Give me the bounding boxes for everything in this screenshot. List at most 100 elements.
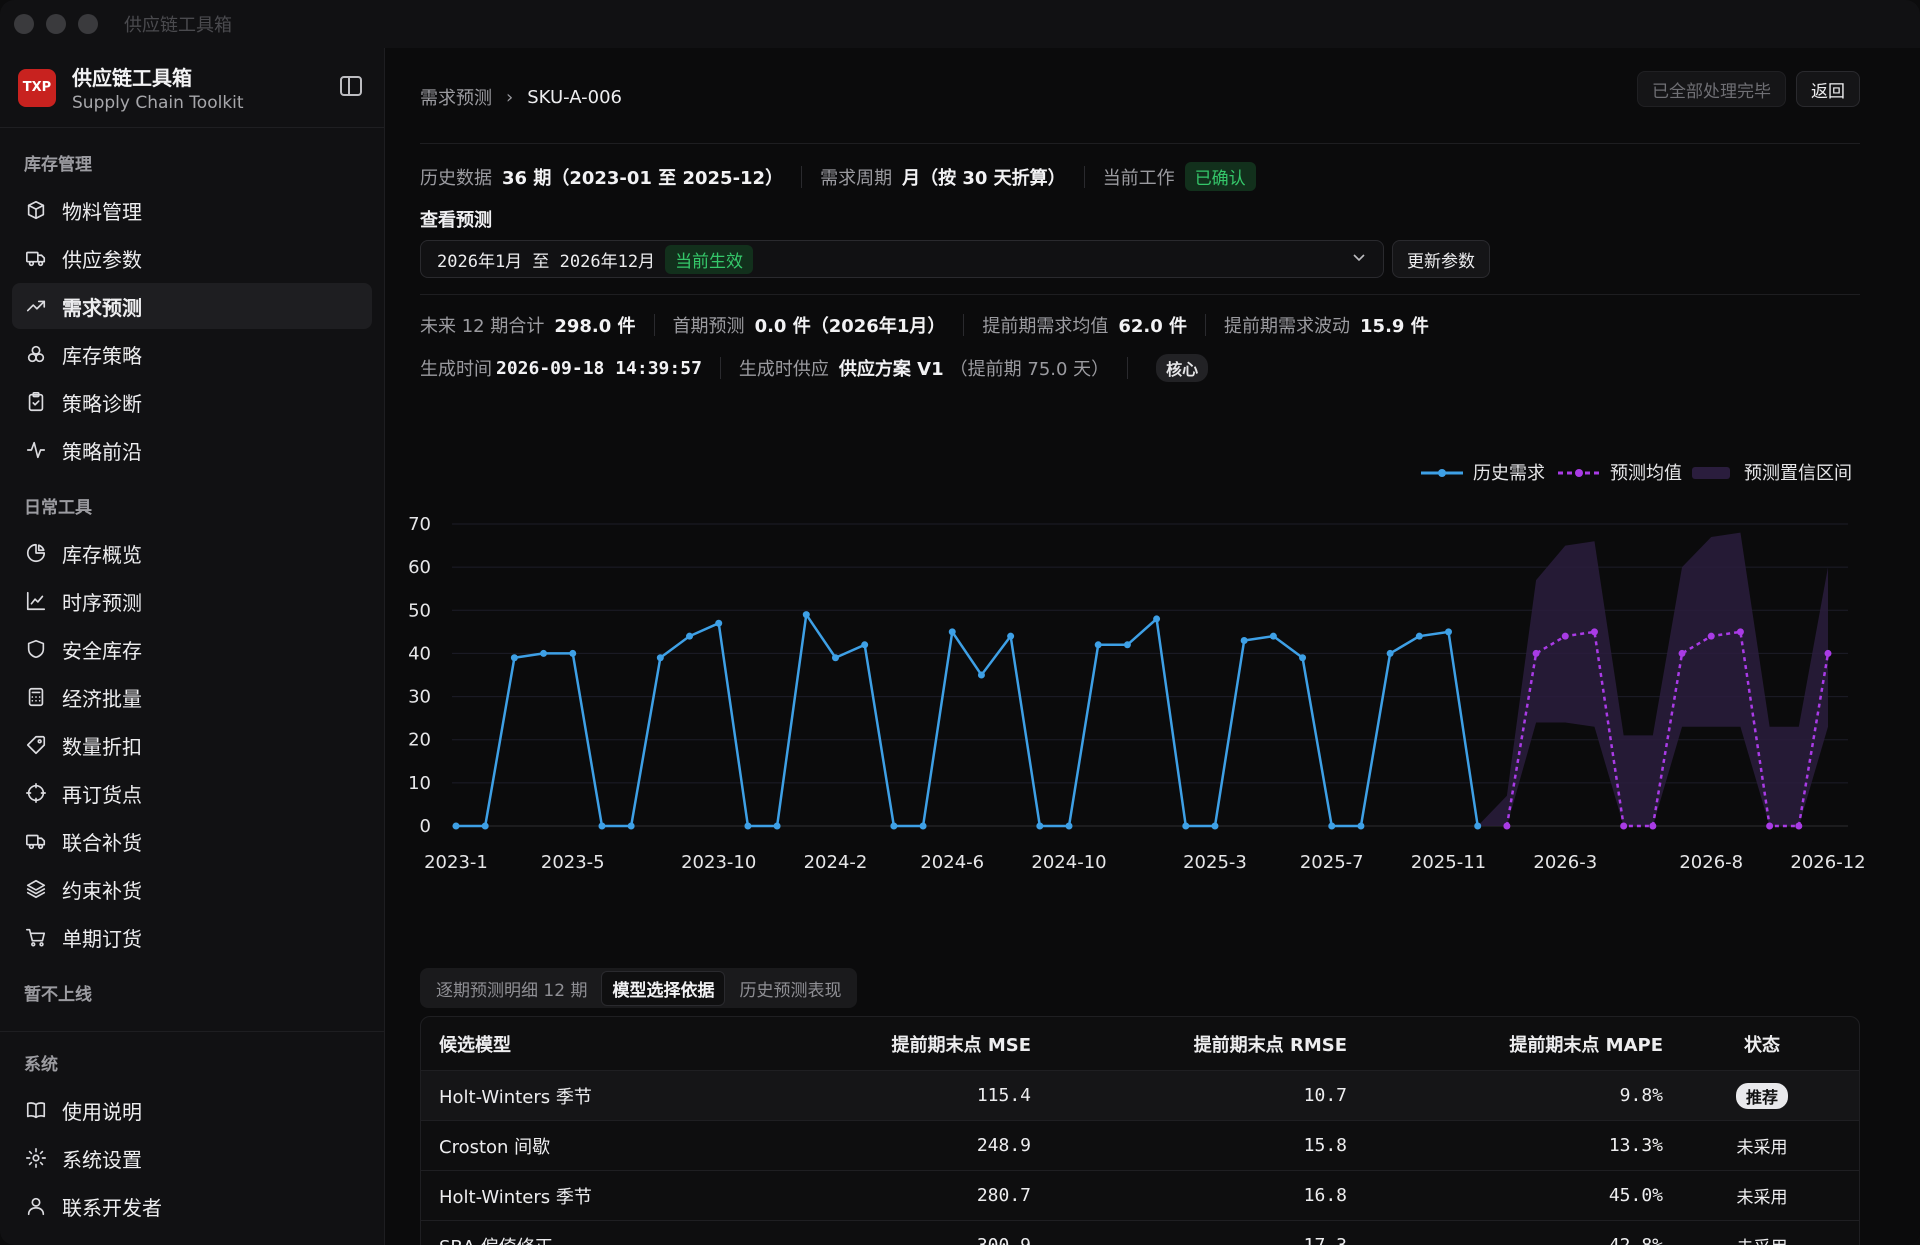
history-point [1299, 654, 1307, 662]
top-actions: 已全部处理完毕 返回 [1637, 71, 1860, 107]
brand-header: TXP 供应链工具箱 Supply Chain Toolkit [0, 48, 384, 128]
maximize-window-button[interactable] [78, 14, 98, 34]
book-icon [24, 1098, 48, 1122]
sidebar-item-6[interactable]: 联合补货 [12, 818, 372, 864]
user-icon [24, 1194, 48, 1218]
model-cell: SBA 偏倚修正 [421, 1233, 761, 1245]
forecast-point [1678, 649, 1686, 657]
history-point [510, 654, 518, 662]
sidebar-item-5[interactable]: 再订货点 [12, 770, 372, 816]
supply-value: 供应方案 V1 [838, 359, 944, 380]
x-tick-label: 2023-5 [541, 852, 605, 873]
table-row[interactable]: SBA 偏倚修正300.917.342.8% 未采用 [421, 1221, 1859, 1245]
back-button[interactable]: 返回 [1796, 71, 1860, 107]
column-header[interactable]: 提前期末点 MSE [761, 1031, 1031, 1057]
forecast-range-value: 2026年1月 至 2026年12月 [437, 251, 656, 272]
table-row[interactable]: Croston 间歇 248.9 15.8 13.3% 未采用 [421, 1121, 1859, 1171]
sidebar-item-label: 数量折扣 [62, 734, 142, 759]
chart-legend: 历史需求 预测均值 预测置信区间 [1421, 463, 1852, 484]
forecast-point [1766, 822, 1774, 830]
sidebar-item-0[interactable]: 物料管理 [12, 187, 372, 233]
sidebar-item-7[interactable]: 约束补货 [12, 866, 372, 912]
x-tick-label: 2023-10 [681, 852, 756, 873]
truck-icon [24, 829, 48, 853]
sidebar-item-label: 单期订货 [62, 926, 142, 951]
sidebar-item-label: 再订货点 [62, 782, 142, 807]
clipboard-icon [24, 390, 48, 414]
x-tick-label: 2025-7 [1300, 852, 1364, 873]
breadcrumb-chevron-icon: › [506, 86, 514, 108]
tab-0[interactable]: 逐期预测明细 12 期 [426, 972, 597, 1005]
work-status-badge: 已确认 [1184, 162, 1256, 191]
total-label: 未来 12 期合计 [420, 316, 545, 337]
breadcrumb-parent[interactable]: 需求预测 [420, 84, 492, 110]
sidebar-item-1[interactable]: 时序预测 [12, 578, 372, 624]
history-point [831, 654, 839, 662]
sidebar-section-label: 日常工具 [24, 498, 92, 518]
sidebar-item-label: 库存概览 [62, 542, 142, 567]
sidebar-item-3[interactable]: 库存策略 [12, 331, 372, 377]
sidebar-item-3[interactable]: 经济批量 [12, 674, 372, 720]
sidebar-item-1[interactable]: 系统设置 [12, 1135, 372, 1181]
mape-cell: 13.3% [1608, 1135, 1663, 1156]
column-header[interactable]: 候选模型 [421, 1031, 761, 1057]
rmse-cell: 16.8 [1303, 1185, 1347, 1206]
column-header[interactable]: 状态 [1663, 1031, 1859, 1057]
all-done-button[interactable]: 已全部处理完毕 [1637, 71, 1786, 107]
mse-cell: 300.9 [761, 1235, 1031, 1245]
sidebar-item-2[interactable]: 安全库存 [12, 626, 372, 672]
x-tick-label: 2026-8 [1679, 852, 1743, 873]
pie-icon [24, 541, 48, 565]
sidebar-item-2[interactable]: 联系开发者 [12, 1183, 372, 1229]
history-point [977, 671, 985, 679]
tab-2[interactable]: 历史预测表现 [729, 972, 851, 1005]
brand-name: 供应链工具箱 [72, 66, 192, 90]
app-logo: TXP [18, 68, 56, 107]
mse-cell: 280.7 [976, 1185, 1031, 1206]
column-header[interactable]: 提前期末点 MAPE [1347, 1031, 1663, 1057]
status-cell: 未采用 [1663, 1133, 1859, 1158]
sidebar-item-2[interactable]: 需求预测 [12, 283, 372, 329]
core-tag: 核心 [1156, 354, 1209, 382]
status-cell: 未采用 [1663, 1233, 1859, 1245]
pulse-icon [24, 438, 48, 462]
sidebar-item-label: 经济批量 [62, 686, 142, 711]
sidebar-item-label: 库存策略 [62, 343, 142, 368]
sidebar-item-4[interactable]: 数量折扣 [12, 722, 372, 768]
mse-cell: 115.4 [976, 1085, 1031, 1106]
history-point [1182, 822, 1190, 830]
legend-label: 预测均值 [1610, 463, 1682, 484]
sidebar-toggle-icon[interactable] [340, 76, 362, 96]
tab-1[interactable]: 模型选择依据 [601, 970, 726, 1006]
minimize-window-button[interactable] [46, 14, 66, 34]
update-params-button[interactable]: 更新参数 [1392, 240, 1490, 278]
sidebar-item-1[interactable]: 供应参数 [12, 235, 372, 281]
sidebar-item-0[interactable]: 使用说明 [12, 1087, 372, 1133]
sidebar-section-label: 暂不上线 [24, 985, 92, 1005]
calculator-icon [24, 685, 48, 709]
forecast-range-select[interactable]: 2026年1月 至 2026年12月 当前生效 [420, 240, 1384, 278]
main-content: 需求预测 › SKU-A-006 已全部处理完毕 返回 历史数据 36 期（20… [386, 48, 1920, 1245]
sidebar-item-5[interactable]: 策略前沿 [12, 427, 372, 473]
y-tick-label: 0 [420, 816, 431, 837]
generation-meta-row: 生成时间 2026-09-18 14:39:57 生成时供应 供应方案 V1 （… [420, 354, 1209, 382]
rmse-cell: 15.8 [1303, 1135, 1347, 1156]
x-tick-label: 2024-6 [920, 852, 984, 873]
status-cell: 未采用 [1663, 1183, 1859, 1208]
sidebar-item-8[interactable]: 单期订货 [12, 914, 372, 960]
sidebar-item-0[interactable]: 库存概览 [12, 530, 372, 576]
sidebar-item-4[interactable]: 策略诊断 [12, 379, 372, 425]
forecast-point [1561, 632, 1569, 640]
model-cell: Holt-Winters 季节 [439, 1086, 592, 1108]
column-header[interactable]: 提前期末点 RMSE [1031, 1031, 1347, 1057]
table-row[interactable]: Holt-Winters 季节 115.4 10.7 9.8% 推荐 [421, 1071, 1859, 1121]
sidebar-item-label: 约束补货 [62, 878, 142, 903]
boxes-icon [24, 342, 48, 366]
table-row[interactable]: Holt-Winters 季节 280.7 16.8 45.0% 未采用 [421, 1171, 1859, 1221]
legend-band-swatch [1692, 467, 1730, 479]
forecast-summary-row: 未来 12 期合计 298.0 件 首期预测 0.0 件（2026年1月） 提前… [420, 312, 1429, 338]
history-point [656, 654, 664, 662]
close-window-button[interactable] [14, 14, 34, 34]
divider [420, 294, 1860, 295]
history-point [1065, 822, 1073, 830]
